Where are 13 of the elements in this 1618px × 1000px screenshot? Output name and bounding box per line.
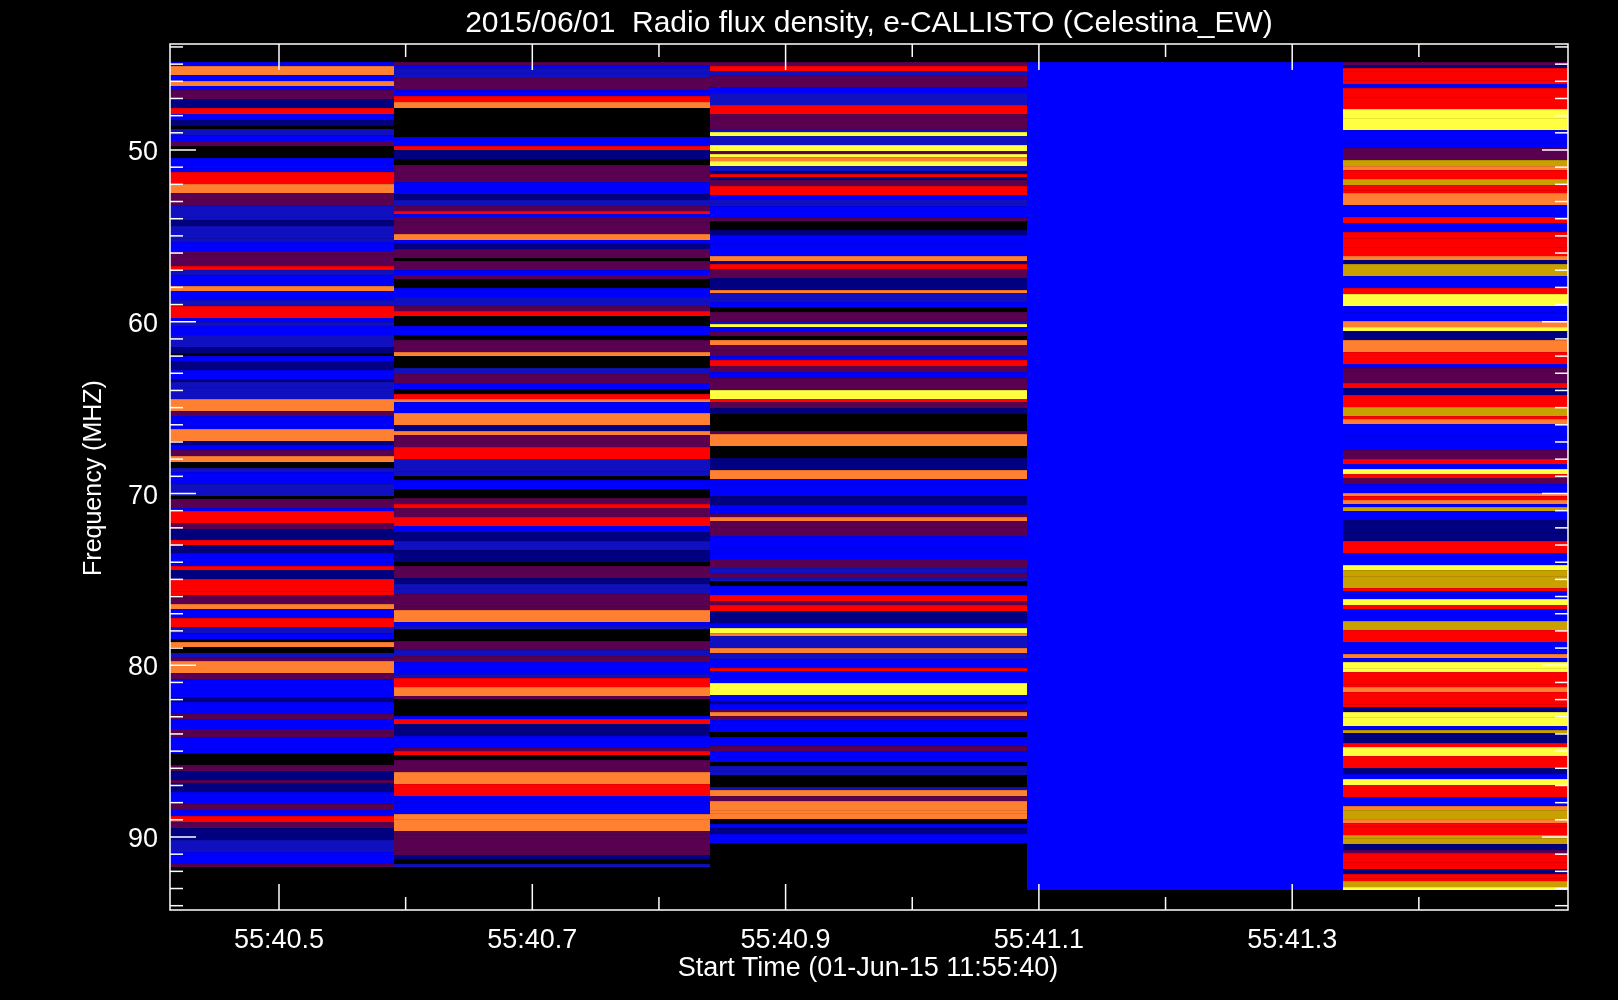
x-tick-label: 55:40.9 — [740, 924, 831, 954]
y-tick-label: 80 — [127, 651, 158, 682]
y-tick-label: 70 — [127, 479, 158, 510]
y-tick-label: 50 — [127, 136, 158, 166]
x-tick-label: 55:40.7 — [487, 924, 578, 954]
x-axis-label: Start Time (01-Jun-15 11:55:40) — [677, 952, 1059, 982]
y-tick-label: 60 — [127, 307, 158, 338]
x-tick-label: 55:41.3 — [1247, 924, 1338, 954]
y-axis-label: Frequency (MHZ) — [78, 380, 106, 576]
x-tick-label: 55:40.5 — [233, 924, 325, 954]
x-tick-label: 55:41.1 — [993, 924, 1084, 954]
chart-title: 2015/06/01 Radio flux density, e-CALLISTO (Celestina_EW) — [465, 5, 1273, 38]
y-tick-label: 90 — [127, 823, 158, 853]
